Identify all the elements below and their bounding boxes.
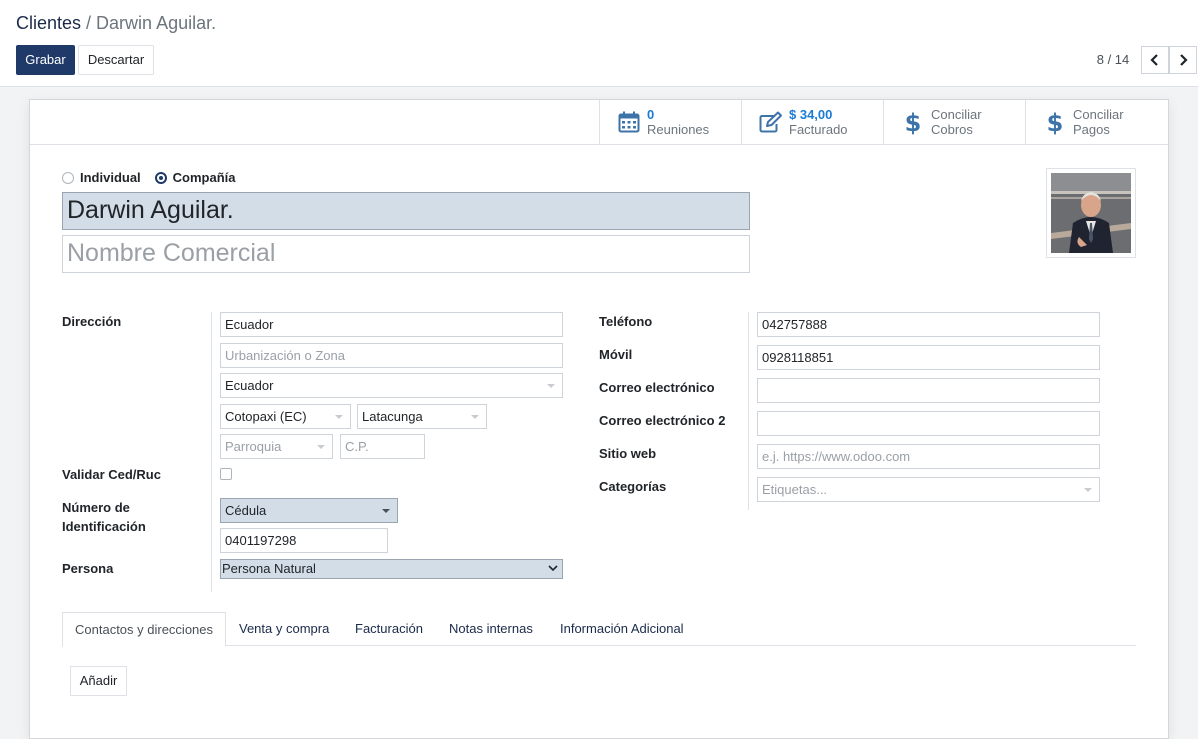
meetings-label: Reuniones: [647, 122, 710, 137]
identification-label: Número de Identificación: [62, 500, 146, 534]
tab-contacts-addresses[interactable]: Contactos y direcciones: [62, 612, 227, 647]
tab-sales-purchase[interactable]: Venta y compra: [227, 612, 341, 646]
pager-previous-button[interactable]: [1141, 46, 1169, 74]
reconcile-payments-line1: Conciliar: [1073, 107, 1124, 122]
tab-internal-notes[interactable]: Notas internas: [437, 612, 545, 646]
svg-text:$: $: [905, 109, 921, 135]
caret-down-icon: [1084, 488, 1092, 492]
pager-next-button[interactable]: [1169, 46, 1197, 74]
name-input[interactable]: Darwin Aguilar.: [62, 192, 750, 230]
chevron-down-icon: [548, 565, 558, 572]
meetings-stat-button[interactable]: 0 Reuniones: [599, 100, 741, 144]
validate-ced-ruc-label: Validar Ced/Ruc: [62, 467, 161, 482]
save-button[interactable]: Grabar: [16, 45, 75, 75]
person-label: Persona: [62, 561, 114, 576]
smart-button-box: 0 Reuniones $ 34,00 Facturado $ Concilia…: [30, 100, 1168, 145]
state-select-value: Cotopaxi (EC): [225, 409, 307, 424]
state-select[interactable]: Cotopaxi (EC): [220, 404, 351, 429]
email2-input[interactable]: [757, 411, 1100, 436]
reconcile-receipts-line2: Cobros: [931, 122, 973, 137]
country-select-value: Ecuador: [225, 378, 274, 393]
notebook-tabs: Contactos y direcciones Venta y compra F…: [62, 612, 1136, 647]
email2-label: Correo electrónico 2: [599, 413, 726, 428]
add-contact-button[interactable]: Añadir: [70, 666, 127, 696]
left-group-divider: [211, 312, 212, 592]
calendar-icon: [618, 111, 640, 133]
mobile-label: Móvil: [599, 347, 633, 362]
invoiced-stat-button[interactable]: $ 34,00 Facturado: [741, 100, 883, 144]
city-select[interactable]: Latacunga: [357, 404, 487, 429]
control-panel: Clientes / Darwin Aguilar. Grabar Descar…: [0, 0, 1198, 87]
parish-select[interactable]: Parroquia: [220, 434, 333, 459]
caret-down-icon: [547, 384, 555, 388]
website-input[interactable]: e.j. https://www.odoo.com: [757, 444, 1100, 469]
breadcrumb-separator: /: [81, 13, 97, 33]
edit-icon: [759, 111, 782, 133]
parish-select-placeholder: Parroquia: [225, 439, 282, 454]
company-radio[interactable]: [154, 171, 167, 184]
svg-text:$: $: [1047, 109, 1063, 135]
chevron-left-icon: [1150, 54, 1158, 66]
contact-photo: [1051, 173, 1131, 253]
breadcrumb: Clientes / Darwin Aguilar.: [16, 13, 216, 34]
form-sheet: 0 Reuniones $ 34,00 Facturado $ Concilia…: [29, 99, 1169, 739]
individual-radio-label[interactable]: Individual: [80, 170, 141, 185]
trade-name-input[interactable]: Nombre Comercial: [62, 235, 750, 273]
avatar[interactable]: [1046, 168, 1136, 258]
reconcile-receipts-line1: Conciliar: [931, 107, 982, 122]
phone-input[interactable]: 042757888: [757, 312, 1100, 337]
reconcile-receipts-button[interactable]: $ Conciliar Cobros: [883, 100, 1025, 144]
caret-down-icon: [382, 509, 390, 513]
country-select[interactable]: Ecuador: [220, 373, 563, 398]
caret-down-icon: [317, 445, 325, 449]
tab-additional-info[interactable]: Información Adicional: [548, 612, 696, 646]
tab-invoicing[interactable]: Facturación: [343, 612, 435, 646]
email-input[interactable]: [757, 378, 1100, 403]
discard-button[interactable]: Descartar: [78, 45, 154, 75]
caret-down-icon: [471, 415, 479, 419]
chevron-right-icon: [1180, 54, 1188, 66]
validate-ced-ruc-checkbox[interactable]: [220, 468, 232, 480]
caret-down-icon: [335, 415, 343, 419]
pager-value[interactable]: 8 / 14: [1086, 52, 1140, 67]
right-group-divider: [748, 312, 749, 510]
categories-label: Categorías: [599, 479, 667, 494]
dollar-icon: $: [1047, 109, 1063, 135]
zip-input[interactable]: C.P.: [340, 434, 425, 459]
person-type-value: Persona Natural: [222, 561, 316, 576]
identification-number-input[interactable]: 0401197298: [220, 528, 388, 553]
invoiced-amount: $ 34,00: [789, 107, 833, 122]
address-label: Dirección: [62, 314, 122, 329]
company-radio-label[interactable]: Compañía: [173, 170, 236, 185]
website-label: Sitio web: [599, 446, 657, 461]
invoiced-label: Facturado: [789, 122, 848, 137]
reconcile-payments-button[interactable]: $ Conciliar Pagos: [1025, 100, 1167, 144]
company-type-selector: Individual Compañía: [62, 170, 250, 185]
street2-input[interactable]: Urbanización o Zona: [220, 343, 563, 368]
identification-type-value: Cédula: [225, 503, 267, 518]
dollar-icon: $: [905, 109, 921, 135]
breadcrumb-current: Darwin Aguilar.: [96, 13, 217, 33]
breadcrumb-clientes-link[interactable]: Clientes: [16, 13, 81, 33]
person-type-select[interactable]: Persona Natural: [220, 559, 563, 579]
identification-type-select[interactable]: Cédula: [220, 498, 398, 523]
individual-radio[interactable]: [62, 171, 74, 184]
city-select-value: Latacunga: [362, 409, 423, 424]
meetings-count: 0: [647, 107, 655, 122]
mobile-input[interactable]: 0928118851: [757, 345, 1100, 370]
reconcile-payments-line2: Pagos: [1073, 122, 1110, 137]
email-label: Correo electrónico: [599, 380, 715, 395]
street-input[interactable]: Ecuador: [220, 312, 563, 337]
categories-select[interactable]: Etiquetas...: [757, 477, 1100, 502]
phone-label: Teléfono: [599, 314, 653, 329]
categories-placeholder: Etiquetas...: [762, 482, 828, 497]
